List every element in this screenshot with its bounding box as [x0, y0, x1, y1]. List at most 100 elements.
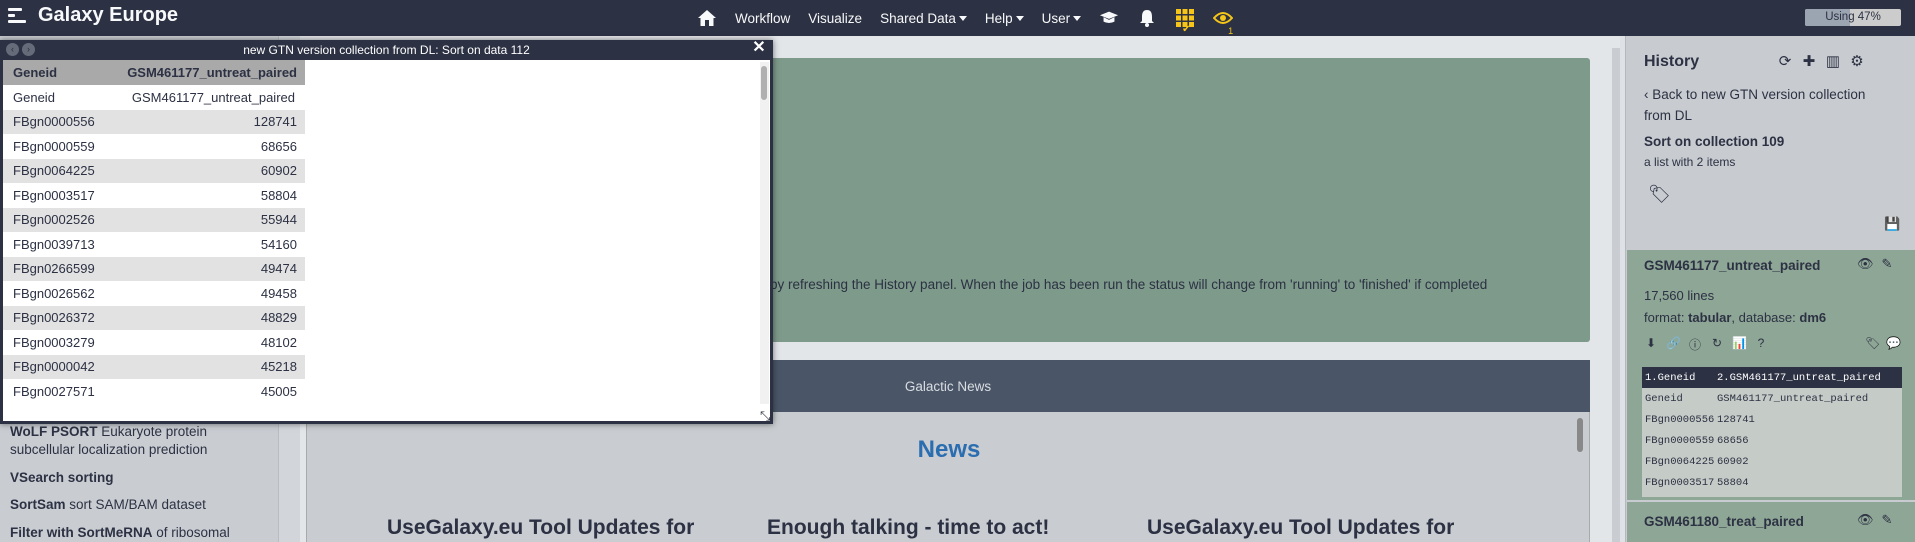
tool-item-wolf-psort[interactable]: WoLF PSORT Eukaryote protein: [10, 423, 250, 441]
news-title: News: [917, 436, 981, 463]
check-icon: ✔: [1182, 24, 1191, 35]
table-cell: GSM461177_untreat_paired: [109, 85, 305, 110]
resize-icon[interactable]: ⤡: [760, 408, 770, 424]
info-icon[interactable]: ⓘ: [1688, 336, 1702, 353]
back-link-label: Back to new GTN version collection from …: [1644, 87, 1866, 123]
table-cell: 45005: [109, 379, 305, 404]
dataset-item[interactable]: GSM461180_treat_paired 👁 ✎: [1627, 502, 1915, 542]
home-button[interactable]: [688, 0, 726, 36]
eye-icon: [1213, 12, 1234, 24]
column-header: GSM461177_untreat_paired: [109, 60, 305, 85]
nav-user[interactable]: User: [1033, 0, 1091, 36]
news-card-title[interactable]: UseGalaxy.eu Tool Updates for: [1147, 516, 1454, 540]
news-scrollbar[interactable]: [1577, 418, 1583, 452]
scrollbar-thumb[interactable]: [761, 66, 767, 100]
table-row: FBgn0026372 48829: [3, 305, 305, 330]
tool-name: Filter with SortMeRNA: [10, 525, 153, 540]
table-row: Geneid GSM461177_untreat_paired: [3, 85, 305, 110]
table-cell: 48829: [109, 305, 305, 330]
table-row: FBgn0039713 54160: [3, 232, 305, 257]
table-row: FBgn0002526 55944: [3, 207, 305, 232]
table-cell: FBgn0000556: [3, 109, 110, 134]
table-cell: FBgn0266599: [3, 256, 110, 281]
chart-icon[interactable]: 📊: [1732, 336, 1747, 353]
history-view-button[interactable]: 1: [1204, 0, 1242, 36]
frame-scrollbar[interactable]: [760, 62, 769, 404]
dataset-lines: 17,560 lines: [1644, 288, 1715, 303]
dataset-frame[interactable]: ‹ › new GTN version collection from DL: …: [0, 40, 773, 424]
table-cell: FBgn0026372: [3, 305, 110, 330]
refresh-icon[interactable]: ⟳: [1776, 52, 1794, 70]
peek-row: FBgn0064225 60902: [1642, 451, 1902, 472]
table-cell: 54160: [109, 232, 305, 257]
nav-visualize[interactable]: Visualize: [799, 0, 871, 36]
tool-name: WoLF PSORT: [10, 424, 98, 439]
notifications-button[interactable]: [1128, 0, 1166, 36]
brand[interactable]: Galaxy Europe: [6, 4, 178, 27]
news-card-title[interactable]: Enough talking - time to act!: [767, 516, 1049, 540]
bell-icon: [1140, 10, 1155, 27]
help-icon[interactable]: ?: [1754, 336, 1768, 353]
table-cell: 58804: [109, 183, 305, 208]
table-row: FBgn0003517 58804: [3, 183, 305, 208]
tool-item-sortsam[interactable]: SortSam sort SAM/BAM dataset: [10, 496, 250, 514]
news-card-title[interactable]: UseGalaxy.eu Tool Updates for: [387, 516, 694, 540]
table-row: FBgn0000559 68656: [3, 134, 305, 159]
nav-visualize-label: Visualize: [808, 10, 863, 26]
columns-icon[interactable]: ▥: [1824, 52, 1842, 70]
download-icon[interactable]: ⬇: [1644, 336, 1658, 353]
rerun-icon[interactable]: ↻: [1710, 336, 1724, 353]
table-cell: 49474: [109, 256, 305, 281]
peek-cell: FBgn0003517: [1645, 476, 1715, 489]
dataset-actions: 👁 ✎: [1857, 256, 1892, 272]
table-row: FBgn0266599 49474: [3, 256, 305, 281]
training-button[interactable]: [1090, 0, 1128, 36]
pencil-icon[interactable]: ✎: [1882, 512, 1893, 528]
nav-shared-data-label: Shared Data: [880, 10, 956, 26]
brand-title: Galaxy Europe: [38, 4, 179, 26]
scratchbook-button[interactable]: ✔: [1166, 0, 1204, 36]
dataset-name[interactable]: GSM461180_treat_paired: [1644, 514, 1804, 529]
nav-workflow-label: Workflow: [735, 10, 791, 26]
nav-shared-data[interactable]: Shared Data: [871, 0, 976, 36]
frame-title: new GTN version collection from DL: Sort…: [243, 43, 530, 57]
database-value: dm6: [1799, 310, 1827, 325]
link-icon[interactable]: 🔗: [1666, 336, 1681, 353]
back-link[interactable]: ‹ Back to new GTN version collection fro…: [1644, 84, 1884, 126]
tool-item-sortmerna[interactable]: Filter with SortMeRNA of ribosomal: [10, 524, 250, 542]
table-cell: FBgn0039713: [3, 232, 110, 257]
gear-icon[interactable]: ⚙: [1848, 52, 1866, 70]
table-row: FBgn0000042 45218: [3, 354, 305, 379]
tags-icon[interactable]: 🏷: [1648, 184, 1671, 205]
table-cell: FBgn0003517: [3, 183, 110, 208]
eye-icon[interactable]: 👁: [1857, 512, 1874, 528]
quota-meter[interactable]: Using 47%: [1805, 9, 1901, 26]
center-scrollbar[interactable]: [1612, 48, 1620, 542]
close-icon[interactable]: ✕: [751, 40, 767, 56]
table-cell: 45218: [109, 354, 305, 379]
dataset-actions: 👁 ✎: [1857, 512, 1892, 528]
frame-header[interactable]: ‹ › new GTN version collection from DL: …: [0, 40, 773, 60]
history-options: ⟳ ✚ ▥ ⚙: [1776, 52, 1866, 70]
home-icon: [698, 10, 716, 26]
pencil-icon[interactable]: ✎: [1882, 256, 1893, 272]
plus-icon[interactable]: ✚: [1800, 52, 1818, 70]
comment-icon[interactable]: 💬: [1886, 336, 1901, 350]
peek-row: FBgn0000556 128741: [1642, 409, 1902, 430]
dataset-name[interactable]: GSM461177_untreat_paired: [1644, 258, 1820, 273]
table-row: FBgn0000556 128741: [3, 109, 305, 134]
tool-item-wolf-psort-desc[interactable]: subcellular localization prediction: [10, 441, 250, 459]
tags-icon[interactable]: 🏷: [1865, 336, 1880, 350]
nav-workflow[interactable]: Workflow: [726, 0, 799, 36]
dataset-item[interactable]: GSM461177_untreat_paired 👁 ✎ 17,560 line…: [1627, 250, 1915, 500]
tool-item-vsearch-sorting[interactable]: VSearch sorting: [10, 469, 250, 487]
eye-icon[interactable]: 👁: [1857, 256, 1874, 272]
peek-row: FBgn0003517 58804: [1642, 472, 1902, 493]
save-icon[interactable]: 💾: [1884, 216, 1900, 232]
table-cell: FBgn0000559: [3, 134, 110, 159]
nav-help[interactable]: Help: [976, 0, 1033, 36]
table-cell: 48102: [109, 330, 305, 355]
peek-cell: 58804: [1717, 476, 1749, 489]
peek-cell: Geneid: [1645, 392, 1683, 405]
table-cell: 68656: [109, 134, 305, 159]
